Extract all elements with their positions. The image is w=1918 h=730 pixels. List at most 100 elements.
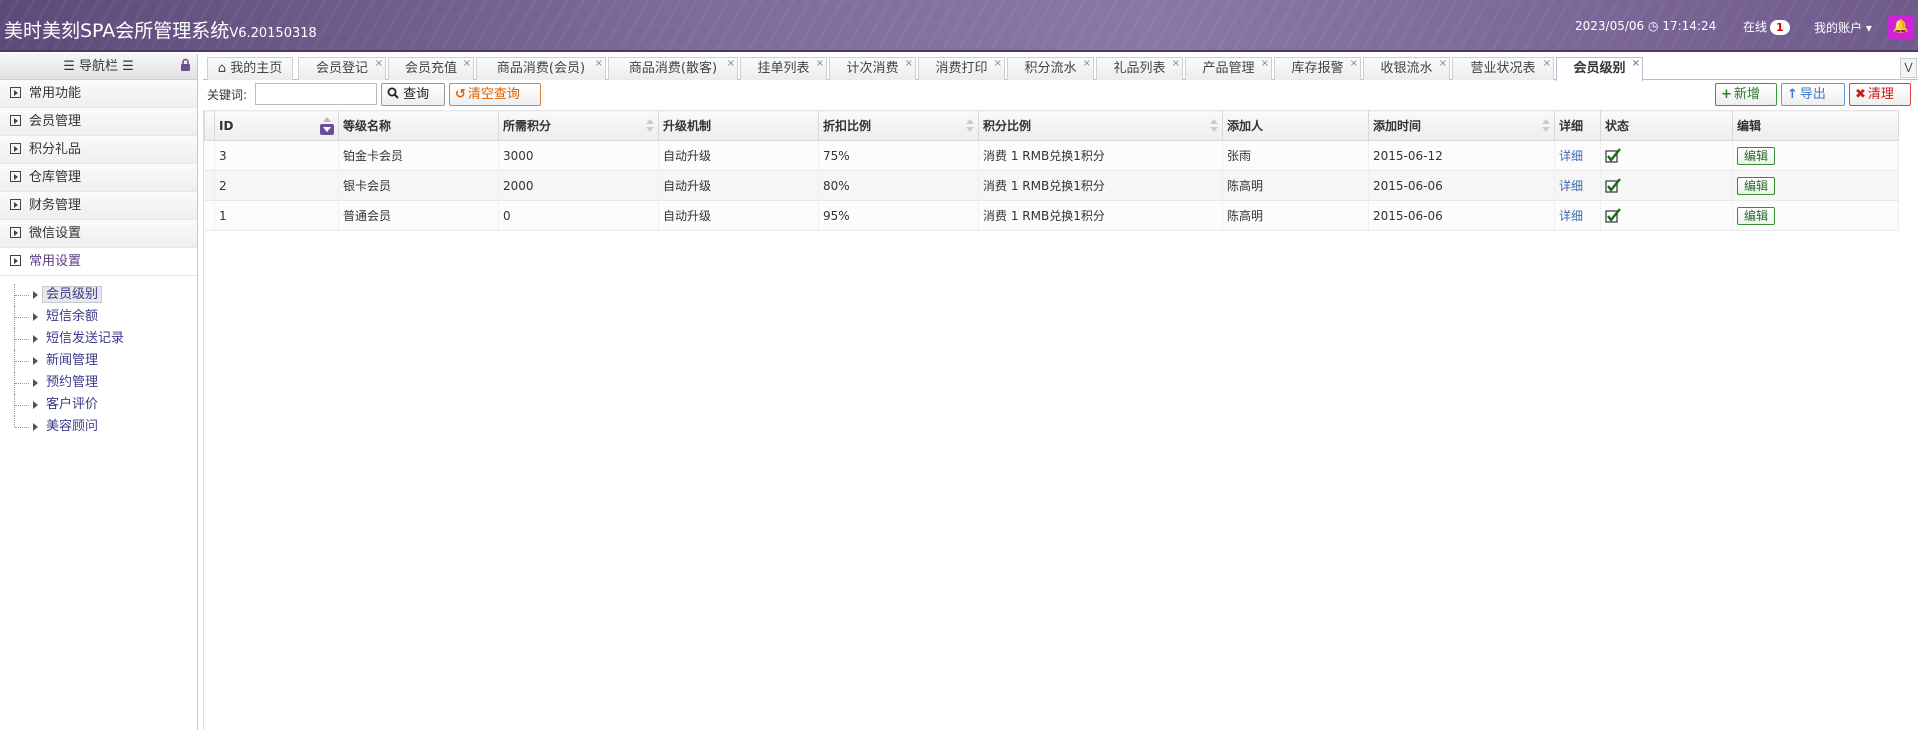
tab-label: 积分流水: [1024, 61, 1077, 76]
online-count-badge: 1: [1770, 20, 1790, 35]
sidebar-item-finance[interactable]: 财务管理: [0, 192, 197, 220]
tab-member-register[interactable]: 会员登记 ×: [298, 57, 386, 80]
close-icon[interactable]: ×: [463, 53, 471, 75]
table-row[interactable]: 1 普通会员 0 自动升级 95% 消费 1 RMB兑换1积分 陈高明 2015…: [204, 200, 1899, 231]
detail-link[interactable]: 详细: [1559, 209, 1583, 223]
close-icon[interactable]: ×: [1439, 53, 1447, 75]
sidebar-item-wechat[interactable]: 微信设置: [0, 220, 197, 248]
tab-member-level[interactable]: 会员级别 ×: [1556, 57, 1643, 81]
sidebar-item-common-functions[interactable]: 常用功能: [0, 80, 197, 108]
clean-button[interactable]: ✖ 清理: [1849, 83, 1911, 106]
close-icon[interactable]: ×: [595, 53, 603, 75]
online-status[interactable]: 在线 1: [1743, 18, 1790, 35]
tab-goods-consume-member[interactable]: 商品消费(会员) ×: [476, 57, 606, 80]
lock-icon[interactable]: [180, 54, 191, 80]
close-icon[interactable]: ×: [1172, 53, 1180, 75]
edit-button[interactable]: 编辑: [1737, 206, 1776, 225]
close-icon[interactable]: ×: [1543, 53, 1551, 75]
table-row[interactable]: 2 银卡会员 2000 自动升级 80% 消费 1 RMB兑换1积分 陈高明 2…: [204, 170, 1899, 201]
close-icon[interactable]: ×: [1083, 53, 1091, 75]
close-icon[interactable]: ×: [1350, 53, 1358, 75]
close-icon[interactable]: ×: [1261, 53, 1269, 75]
edit-button[interactable]: 编辑: [1737, 176, 1776, 195]
table-row[interactable]: 3 铂金卡会员 3000 自动升级 75% 消费 1 RMB兑换1积分 张雨 2…: [204, 140, 1899, 171]
cell-id: 2: [214, 170, 339, 201]
col-header-discount-ratio[interactable]: 折扣比例: [818, 110, 979, 141]
tab-label: 库存报警: [1291, 61, 1344, 76]
tree-item-sms-log[interactable]: 短信发送记录: [14, 328, 197, 350]
detail-link[interactable]: 详细: [1559, 149, 1583, 163]
cell-id: 3: [214, 140, 339, 171]
sidebar-item-common-settings[interactable]: 常用设置: [0, 248, 197, 276]
tab-business-status[interactable]: 营业状况表 ×: [1452, 57, 1554, 80]
bell-icon[interactable]: 🔔: [1888, 15, 1914, 40]
col-header-id[interactable]: ID: [214, 110, 339, 141]
tab-gift-list[interactable]: 礼品列表 ×: [1096, 57, 1183, 80]
sidebar-item-points-gifts[interactable]: 积分礼品: [0, 136, 197, 164]
sidebar-item-warehouse[interactable]: 仓库管理: [0, 164, 197, 192]
tab-stock-alarm[interactable]: 库存报警 ×: [1274, 57, 1361, 80]
close-icon[interactable]: ×: [905, 53, 913, 75]
export-button[interactable]: ↑ 导出: [1781, 83, 1845, 106]
tree-item-news[interactable]: 新闻管理: [14, 350, 197, 372]
clear-query-button[interactable]: ↺ 清空查询: [449, 83, 541, 106]
tab-bar: ⌂ 我的主页 会员登记 × 会员充值 × 商品消费(会员) × 商品消费(散客) × 挂…: [203, 54, 1918, 81]
tab-count-consume[interactable]: 计次消费 ×: [829, 57, 916, 80]
cell-added-by: 张雨: [1222, 140, 1369, 171]
grid-toolbar: 关键词: 查询 ↺ 清空查询 + 新增 ↑ 导出 ✖ 清理: [203, 82, 1918, 110]
tab-goods-consume-guest[interactable]: 商品消费(散客) ×: [608, 57, 738, 80]
close-icon[interactable]: ×: [816, 53, 824, 75]
close-icon[interactable]: ×: [1632, 53, 1640, 75]
tree-item-sms-balance[interactable]: 短信余额: [14, 306, 197, 328]
clock-icon: ◷: [1648, 19, 1659, 33]
row-marker: [204, 140, 215, 171]
sidebar-item-label: 常用设置: [29, 254, 82, 269]
close-icon[interactable]: ×: [727, 53, 735, 75]
x-icon: ✖: [1855, 87, 1866, 102]
tab-product-management[interactable]: 产品管理 ×: [1185, 57, 1272, 80]
header-date: 2023/05/06: [1575, 19, 1645, 33]
tab-label: 挂单列表: [757, 61, 810, 76]
tree-item-reviews[interactable]: 客户评价: [14, 394, 197, 416]
keyword-input[interactable]: [255, 83, 377, 105]
sidebar-item-member-management[interactable]: 会员管理: [0, 108, 197, 136]
my-account-menu[interactable]: 我的账户 ▾: [1814, 19, 1872, 36]
row-marker: [204, 200, 215, 231]
cell-edit: 编辑: [1732, 170, 1899, 201]
tree-item-appointments[interactable]: 预约管理: [14, 372, 197, 394]
sort-icon[interactable]: [1210, 119, 1218, 133]
col-header-points-ratio[interactable]: 积分比例: [978, 110, 1223, 141]
detail-link[interactable]: 详细: [1559, 179, 1583, 193]
tree-item-label: 新闻管理: [46, 353, 99, 368]
col-header-required-points[interactable]: 所需积分: [498, 110, 659, 141]
chevron-down-icon[interactable]: ⋁: [1900, 58, 1917, 78]
close-icon[interactable]: ×: [375, 53, 383, 75]
sort-icon[interactable]: [966, 119, 974, 133]
edit-button[interactable]: 编辑: [1737, 146, 1776, 165]
row-marker-header: [204, 110, 215, 141]
sort-icon[interactable]: [646, 119, 654, 133]
tab-pending-orders[interactable]: 挂单列表 ×: [740, 57, 827, 80]
cell-required-points: 0: [498, 200, 659, 231]
search-button[interactable]: 查询: [381, 83, 445, 106]
check-icon: [1605, 148, 1621, 164]
col-header-added-time[interactable]: 添加时间: [1368, 110, 1555, 141]
tree-item-member-level[interactable]: 会员级别: [14, 284, 197, 306]
col-header-added-by: 添加人: [1222, 110, 1369, 141]
cell-edit: 编辑: [1732, 200, 1899, 231]
cell-upgrade-mechanism: 自动升级: [658, 170, 819, 201]
clear-button-label: 清空查询: [467, 87, 520, 102]
tab-home[interactable]: ⌂ 我的主页: [207, 57, 293, 80]
tab-consume-print[interactable]: 消费打印 ×: [918, 57, 1005, 80]
sort-desc-icon[interactable]: [320, 117, 334, 135]
tree-item-consultants[interactable]: 美容顾问: [14, 416, 197, 438]
tab-label: 收银流水: [1380, 61, 1433, 76]
tab-points-flow[interactable]: 积分流水 ×: [1007, 57, 1094, 80]
tab-member-recharge[interactable]: 会员充值 ×: [388, 57, 474, 80]
tab-cashier-flow[interactable]: 收银流水 ×: [1363, 57, 1450, 80]
add-button[interactable]: + 新增: [1715, 83, 1777, 106]
close-icon[interactable]: ×: [994, 53, 1002, 75]
sidebar-item-label: 常用功能: [29, 86, 82, 101]
sort-icon[interactable]: [1542, 119, 1550, 133]
cell-level-name: 铂金卡会员: [338, 140, 499, 171]
